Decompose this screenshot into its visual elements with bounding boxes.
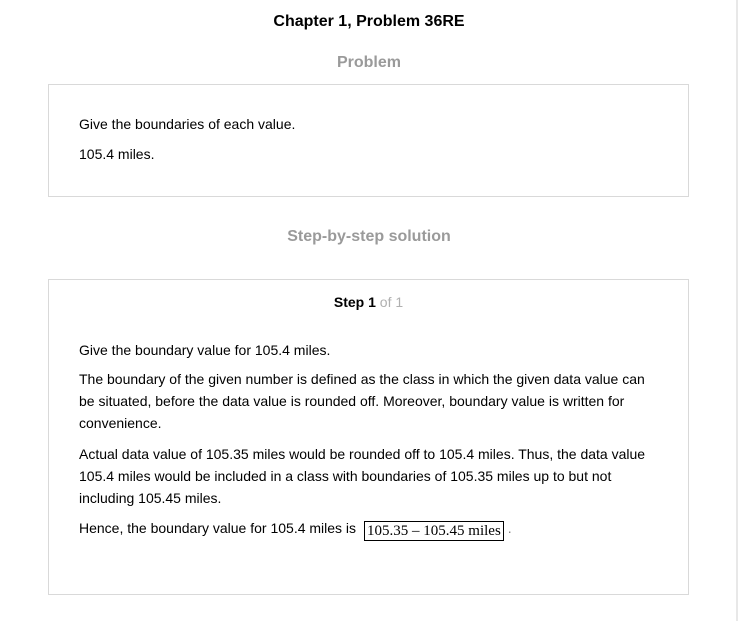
solution-paragraph-1: Give the boundary value for 105.4 miles. — [79, 342, 331, 358]
step-label: Step 1 of 1 — [49, 292, 688, 312]
step-word: Step — [333, 294, 365, 310]
step-total: of 1 — [379, 294, 404, 310]
boxed-answer: 105.35 – 105.45 miles — [364, 521, 504, 541]
conclusion-period: . — [507, 520, 512, 536]
solution-paragraph-2: The boundary of the given number is defi… — [79, 371, 645, 431]
solution-heading: Step-by-step solution — [287, 228, 451, 245]
problem-value: 105.4 miles. — [79, 146, 155, 162]
solution-paragraph-3: Actual data value of 105.35 miles would … — [79, 446, 646, 506]
problem-heading: Problem — [336, 54, 401, 71]
conclusion-text: Hence, the boundary value for 105.4 mile… — [79, 520, 357, 536]
solution-conclusion: Hence, the boundary value for 105.4 mile… — [79, 517, 661, 541]
page-title: Chapter 1, Problem 36RE — [273, 13, 465, 30]
problem-question: Give the boundaries of each value. — [79, 116, 296, 132]
problem-box: Give the boundaries of each value. 105.4… — [48, 84, 689, 197]
solution-box: Step 1 of 1 Give the boundary value for … — [48, 279, 689, 595]
step-number: 1 — [368, 294, 376, 310]
